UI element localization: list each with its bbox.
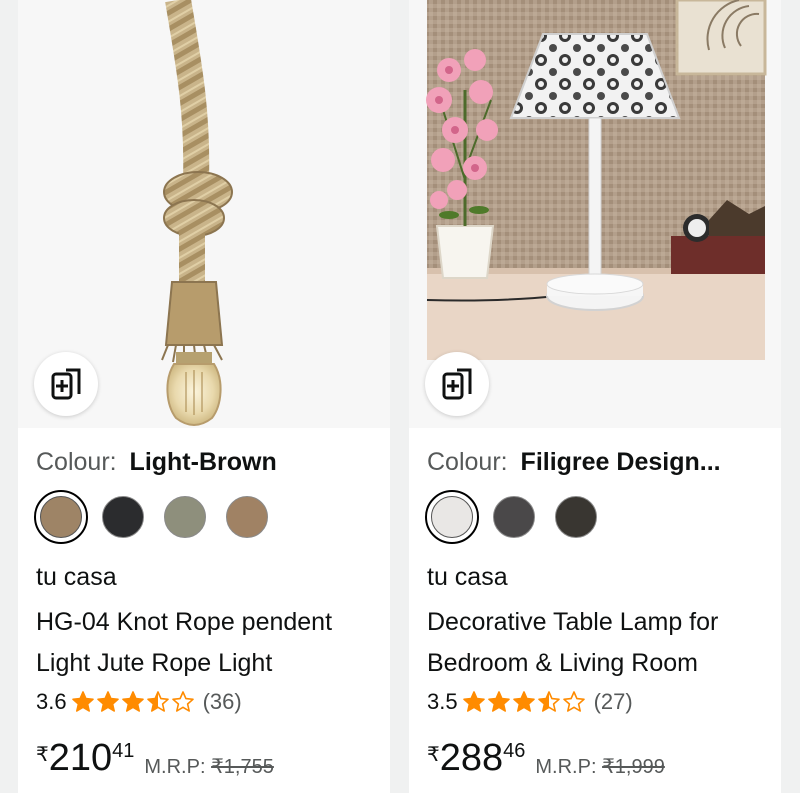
mrp-label: M.R.P: bbox=[144, 756, 206, 778]
price-whole: 210 bbox=[48, 737, 113, 779]
currency-symbol: ₹ bbox=[427, 744, 440, 766]
product-image[interactable] bbox=[409, 0, 781, 428]
rating-value: 3.5 bbox=[427, 689, 458, 714]
colour-line: Colour: Light-Brown bbox=[36, 448, 380, 477]
star-full-icon bbox=[71, 691, 94, 712]
colour-swatch[interactable] bbox=[164, 496, 206, 538]
colour-line: Colour: Filigree Design... bbox=[427, 448, 771, 477]
star-full-icon bbox=[121, 691, 144, 712]
price-fraction: 46 bbox=[503, 740, 526, 762]
star-half-icon bbox=[537, 691, 560, 712]
product-title[interactable]: HG-04 Knot Rope pendent Light Jute Rope … bbox=[36, 602, 376, 684]
rating-row[interactable]: 3.5 (27) bbox=[427, 689, 633, 715]
colour-swatch[interactable] bbox=[555, 496, 597, 538]
brand-name[interactable]: tu casa bbox=[427, 563, 508, 592]
price-fraction: 41 bbox=[112, 740, 135, 762]
colour-swatch[interactable] bbox=[102, 496, 144, 538]
compare-add-icon bbox=[442, 368, 472, 400]
star-full-icon bbox=[512, 691, 535, 712]
mrp: M.R.P: ₹1,999 bbox=[535, 754, 664, 779]
star-full-icon bbox=[462, 691, 485, 712]
compare-button[interactable] bbox=[425, 352, 489, 416]
price-block: ₹ 210 41 M.R.P: ₹1,755 bbox=[36, 736, 274, 780]
rating-value: 3.6 bbox=[36, 689, 67, 714]
star-empty-icon bbox=[171, 691, 194, 712]
colour-value: Filigree Design... bbox=[520, 448, 721, 476]
compare-add-icon bbox=[51, 368, 81, 400]
mrp-label: M.R.P: bbox=[535, 756, 597, 778]
mrp-value: ₹1,755 bbox=[211, 756, 274, 778]
star-full-icon bbox=[487, 691, 510, 712]
colour-swatch[interactable] bbox=[34, 490, 88, 544]
mrp: M.R.P: ₹1,755 bbox=[144, 754, 273, 779]
colour-swatches bbox=[34, 490, 268, 544]
compare-button[interactable] bbox=[34, 352, 98, 416]
colour-value: Light-Brown bbox=[129, 448, 277, 476]
product-image[interactable] bbox=[18, 0, 390, 428]
colour-label: Colour: bbox=[427, 448, 508, 476]
colour-label: Colour: bbox=[36, 448, 117, 476]
price-whole: 288 bbox=[439, 737, 504, 779]
currency-symbol: ₹ bbox=[36, 744, 49, 766]
colour-swatch[interactable] bbox=[226, 496, 268, 538]
colour-swatch[interactable] bbox=[425, 490, 479, 544]
star-half-icon bbox=[146, 691, 169, 712]
price-block: ₹ 288 46 M.R.P: ₹1,999 bbox=[427, 736, 665, 780]
star-empty-icon bbox=[562, 691, 585, 712]
colour-swatches bbox=[425, 490, 597, 544]
star-rating bbox=[462, 690, 586, 714]
star-full-icon bbox=[96, 691, 119, 712]
star-rating bbox=[71, 690, 195, 714]
product-grid: Colour: Light-Brown tu casa HG-04 Knot R… bbox=[0, 0, 800, 793]
product-title[interactable]: Decorative Table Lamp for Bedroom & Livi… bbox=[427, 602, 767, 684]
rating-row[interactable]: 3.6 (36) bbox=[36, 689, 242, 715]
product-card[interactable]: Colour: Light-Brown tu casa HG-04 Knot R… bbox=[18, 0, 390, 793]
product-card[interactable]: Colour: Filigree Design... tu casa Decor… bbox=[409, 0, 781, 793]
brand-name[interactable]: tu casa bbox=[36, 563, 117, 592]
review-count[interactable]: (27) bbox=[594, 689, 633, 715]
colour-swatch[interactable] bbox=[493, 496, 535, 538]
review-count[interactable]: (36) bbox=[203, 689, 242, 715]
mrp-value: ₹1,999 bbox=[602, 756, 665, 778]
